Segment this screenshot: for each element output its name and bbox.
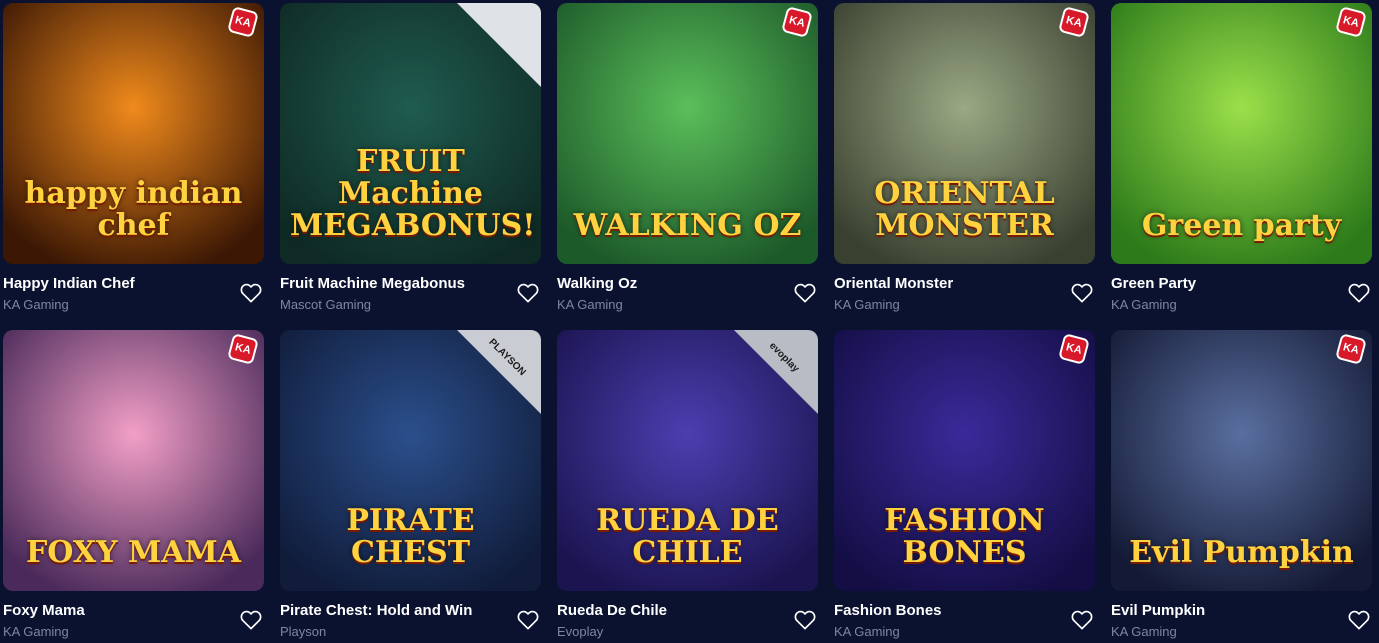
game-thumbnail[interactable]: WALKING OZ KA — [557, 3, 818, 264]
game-artwork-title: RUEDA DE CHILE — [596, 503, 779, 570]
game-card: PIRATE CHEST PLAYSON Pirate Chest: Hold … — [280, 330, 541, 641]
game-artwork-title: happy indian chef — [24, 176, 243, 243]
game-thumbnail[interactable]: RUEDA DE CHILE evoplay — [557, 330, 818, 591]
heart-icon[interactable] — [1348, 283, 1370, 303]
game-grid: happy indian chef KA Happy Indian Chef K… — [3, 3, 1379, 641]
heart-icon[interactable] — [1071, 610, 1093, 630]
game-provider: Playson — [280, 624, 327, 639]
game-name[interactable]: Pirate Chest: Hold and Win — [280, 602, 541, 620]
heart-icon[interactable] — [1348, 610, 1370, 630]
game-info: Foxy Mama KA Gaming — [3, 591, 264, 641]
game-name[interactable]: Walking Oz — [557, 275, 818, 293]
provider-ribbon-label: evoplay — [766, 340, 802, 375]
game-provider: KA Gaming — [1111, 297, 1177, 312]
game-provider: KA Gaming — [1111, 624, 1177, 639]
provider-ribbon-label: PLAYSON — [486, 336, 528, 379]
game-info: Pirate Chest: Hold and Win Playson — [280, 591, 541, 641]
game-info: Green Party KA Gaming — [1111, 264, 1372, 314]
game-name[interactable]: Happy Indian Chef — [3, 275, 264, 293]
game-provider: KA Gaming — [557, 297, 623, 312]
game-artwork-title: FASHION BONES — [884, 503, 1045, 570]
game-artwork-title: FRUIT Machine MEGABONUS! — [290, 144, 536, 243]
game-info: Fashion Bones KA Gaming — [834, 591, 1095, 641]
game-info: Fruit Machine Megabonus Mascot Gaming — [280, 264, 541, 314]
game-thumbnail[interactable]: FRUIT Machine MEGABONUS! — [280, 3, 541, 264]
game-artwork-title: Evil Pumpkin — [1129, 535, 1354, 570]
provider-corner-ribbon: PLAYSON — [457, 330, 541, 414]
game-card: RUEDA DE CHILE evoplay Rueda De Chile Ev… — [557, 330, 818, 641]
game-provider: KA Gaming — [3, 297, 69, 312]
game-provider: KA Gaming — [3, 624, 69, 639]
game-card: WALKING OZ KA Walking Oz KA Gaming — [557, 3, 818, 314]
provider-corner-ribbon — [457, 3, 541, 87]
provider-ribbon-label — [479, 3, 536, 53]
game-artwork-title: Green party — [1141, 208, 1342, 243]
game-info: Oriental Monster KA Gaming — [834, 264, 1095, 314]
game-info: Happy Indian Chef KA Gaming — [3, 264, 264, 314]
game-card: Evil Pumpkin KA Evil Pumpkin KA Gaming — [1111, 330, 1372, 641]
heart-icon[interactable] — [240, 283, 262, 303]
game-thumbnail[interactable]: Green party KA — [1111, 3, 1372, 264]
game-name[interactable]: Green Party — [1111, 275, 1372, 293]
game-thumbnail[interactable]: FASHION BONES KA — [834, 330, 1095, 591]
game-info: Walking Oz KA Gaming — [557, 264, 818, 314]
game-card: FOXY MAMA KA Foxy Mama KA Gaming — [3, 330, 264, 641]
game-thumbnail[interactable]: happy indian chef KA — [3, 3, 264, 264]
game-card: happy indian chef KA Happy Indian Chef K… — [3, 3, 264, 314]
game-thumbnail[interactable]: ORIENTAL MONSTER KA — [834, 3, 1095, 264]
game-thumbnail[interactable]: FOXY MAMA KA — [3, 330, 264, 591]
game-info: Rueda De Chile Evoplay — [557, 591, 818, 641]
game-card: ORIENTAL MONSTER KA Oriental Monster KA … — [834, 3, 1095, 314]
game-name[interactable]: Fashion Bones — [834, 602, 1095, 620]
game-artwork-title: ORIENTAL MONSTER — [874, 176, 1055, 243]
game-provider: Mascot Gaming — [280, 297, 372, 312]
game-name[interactable]: Rueda De Chile — [557, 602, 818, 620]
game-artwork-title: PIRATE CHEST — [346, 503, 475, 570]
game-name[interactable]: Fruit Machine Megabonus — [280, 275, 541, 293]
heart-icon[interactable] — [794, 610, 816, 630]
heart-icon[interactable] — [794, 283, 816, 303]
heart-icon[interactable] — [517, 610, 539, 630]
heart-icon[interactable] — [240, 610, 262, 630]
game-name[interactable]: Foxy Mama — [3, 602, 264, 620]
game-name[interactable]: Oriental Monster — [834, 275, 1095, 293]
game-artwork-title: FOXY MAMA — [25, 535, 241, 570]
game-info: Evil Pumpkin KA Gaming — [1111, 591, 1372, 641]
heart-icon[interactable] — [517, 283, 539, 303]
game-card: Green party KA Green Party KA Gaming — [1111, 3, 1372, 314]
game-card: FRUIT Machine MEGABONUS! Fruit Machine M… — [280, 3, 541, 314]
game-artwork-title: WALKING OZ — [573, 208, 802, 243]
game-card: FASHION BONES KA Fashion Bones KA Gaming — [834, 330, 1095, 641]
game-provider: KA Gaming — [834, 297, 900, 312]
game-thumbnail[interactable]: PIRATE CHEST PLAYSON — [280, 330, 541, 591]
heart-icon[interactable] — [1071, 283, 1093, 303]
game-thumbnail[interactable]: Evil Pumpkin KA — [1111, 330, 1372, 591]
game-name[interactable]: Evil Pumpkin — [1111, 602, 1372, 620]
provider-corner-ribbon: evoplay — [734, 330, 818, 414]
game-provider: KA Gaming — [834, 624, 900, 639]
game-provider: Evoplay — [557, 624, 604, 639]
